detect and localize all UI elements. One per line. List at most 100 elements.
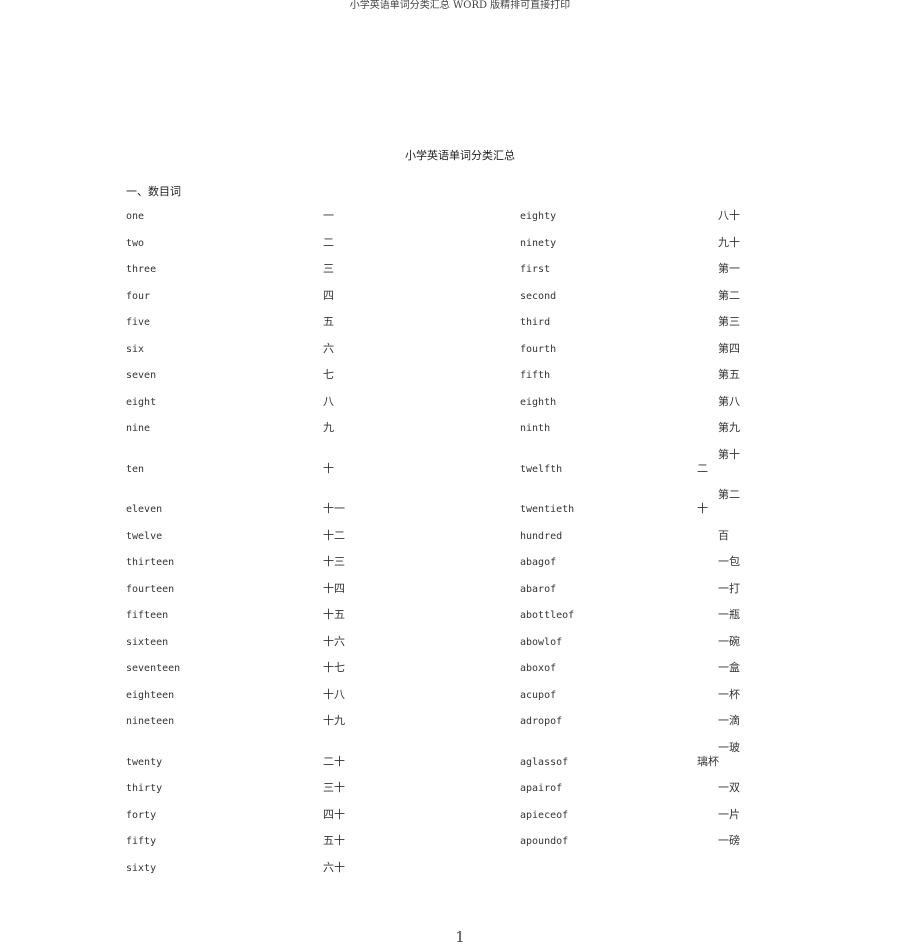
left-word-en: eight: [126, 397, 157, 408]
left-word-zh: 十: [323, 462, 334, 475]
left-word-zh: 十一: [323, 502, 345, 515]
right-word-zh: 第五: [718, 368, 740, 381]
left-word-zh: 六十: [323, 861, 345, 874]
right-word-zh: 一盒: [718, 661, 740, 674]
left-word-zh: 四: [323, 289, 334, 302]
right-word-en: apoundof: [520, 836, 569, 847]
right-word-en: abagof: [520, 557, 557, 568]
right-word-zh: 八十: [718, 209, 740, 222]
right-word-en: twelfth: [520, 464, 563, 475]
right-word-en: eighth: [520, 397, 557, 408]
right-word-zh: 一玻: [718, 741, 740, 754]
left-word-en: three: [126, 264, 157, 275]
left-word-zh: 十九: [323, 714, 345, 727]
left-word-zh: 十六: [323, 635, 345, 648]
right-word-en: fifth: [520, 370, 551, 381]
right-word-zh: 第二: [718, 289, 740, 302]
left-word-zh: 五十: [323, 834, 345, 847]
left-word-zh: 八: [323, 395, 334, 408]
right-word-zh: 一片: [718, 808, 740, 821]
left-word-en: twelve: [126, 531, 163, 542]
right-word-zh: 一打: [718, 582, 740, 595]
left-word-zh: 十二: [323, 529, 345, 542]
right-word-en: second: [520, 291, 557, 302]
left-word-zh: 三: [323, 262, 334, 275]
right-word-en: ninth: [520, 423, 551, 434]
right-word-en: first: [520, 264, 551, 275]
left-word-zh: 九: [323, 421, 334, 434]
right-word-zh: 一双: [718, 781, 740, 794]
left-word-en: thirty: [126, 783, 163, 794]
document-title: 小学英语单词分类汇总: [405, 149, 515, 162]
left-word-en: four: [126, 291, 151, 302]
section-heading: 一、数目词: [126, 185, 181, 198]
left-word-en: sixty: [126, 863, 157, 874]
right-word-en: abowlof: [520, 637, 563, 648]
left-word-zh: 四十: [323, 808, 345, 821]
right-word-en: third: [520, 317, 551, 328]
right-word-zh: 一磅: [718, 834, 740, 847]
right-word-zh: 百: [718, 529, 729, 542]
left-word-zh: 二十: [323, 755, 345, 768]
left-word-en: forty: [126, 810, 157, 821]
right-word-en: fourth: [520, 344, 557, 355]
right-word-en: abarof: [520, 584, 557, 595]
left-word-en: eleven: [126, 504, 163, 515]
left-word-zh: 三十: [323, 781, 345, 794]
left-word-en: sixteen: [126, 637, 169, 648]
left-word-en: seven: [126, 370, 157, 381]
left-word-en: seventeen: [126, 663, 181, 674]
right-word-en: apieceof: [520, 810, 569, 821]
left-word-en: thirteen: [126, 557, 175, 568]
right-word-en: twentieth: [520, 504, 575, 515]
right-word-zh-wrap: 十: [697, 502, 708, 515]
right-word-en: abottleof: [520, 610, 575, 621]
right-word-en: adropof: [520, 716, 563, 727]
left-word-en: eighteen: [126, 690, 175, 701]
right-word-zh: 一杯: [718, 688, 740, 701]
left-word-zh: 二: [323, 236, 334, 249]
left-word-zh: 七: [323, 368, 334, 381]
left-word-zh: 十四: [323, 582, 345, 595]
right-word-zh: 第四: [718, 342, 740, 355]
left-word-zh: 五: [323, 315, 334, 328]
right-word-zh: 第一: [718, 262, 740, 275]
right-word-en: apairof: [520, 783, 563, 794]
right-word-en: hundred: [520, 531, 563, 542]
right-word-en: acupof: [520, 690, 557, 701]
left-word-en: fifteen: [126, 610, 169, 621]
page-header: 小学英语单词分类汇总 WORD 版精排可直接打印: [349, 0, 571, 11]
right-word-zh: 第十: [718, 448, 740, 461]
right-word-zh: 九十: [718, 236, 740, 249]
right-word-zh: 第二: [718, 488, 740, 501]
right-word-en: aglassof: [520, 757, 569, 768]
right-word-zh-wrap: 璃杯: [697, 755, 719, 768]
left-word-en: fifty: [126, 836, 157, 847]
right-word-zh: 第八: [718, 395, 740, 408]
right-word-zh: 一瓶: [718, 608, 740, 621]
right-word-en: ninety: [520, 238, 557, 249]
left-word-en: twenty: [126, 757, 163, 768]
right-word-zh: 第三: [718, 315, 740, 328]
left-word-zh: 十八: [323, 688, 345, 701]
left-word-en: five: [126, 317, 151, 328]
left-word-zh: 十五: [323, 608, 345, 621]
right-word-en: aboxof: [520, 663, 557, 674]
left-word-zh: 十三: [323, 555, 345, 568]
right-word-zh: 一滴: [718, 714, 740, 727]
left-word-en: fourteen: [126, 584, 175, 595]
right-word-zh-wrap: 二: [697, 462, 708, 475]
page-number: 1: [455, 928, 465, 946]
left-word-en: one: [126, 211, 145, 222]
left-word-en: nine: [126, 423, 151, 434]
left-word-en: two: [126, 238, 145, 249]
left-word-zh: 一: [323, 209, 334, 222]
right-word-zh: 第九: [718, 421, 740, 434]
left-word-en: ten: [126, 464, 145, 475]
left-word-zh: 十七: [323, 661, 345, 674]
right-word-zh: 一碗: [718, 635, 740, 648]
right-word-zh: 一包: [718, 555, 740, 568]
right-word-en: eighty: [520, 211, 557, 222]
left-word-en: nineteen: [126, 716, 175, 727]
left-word-en: six: [126, 344, 145, 355]
